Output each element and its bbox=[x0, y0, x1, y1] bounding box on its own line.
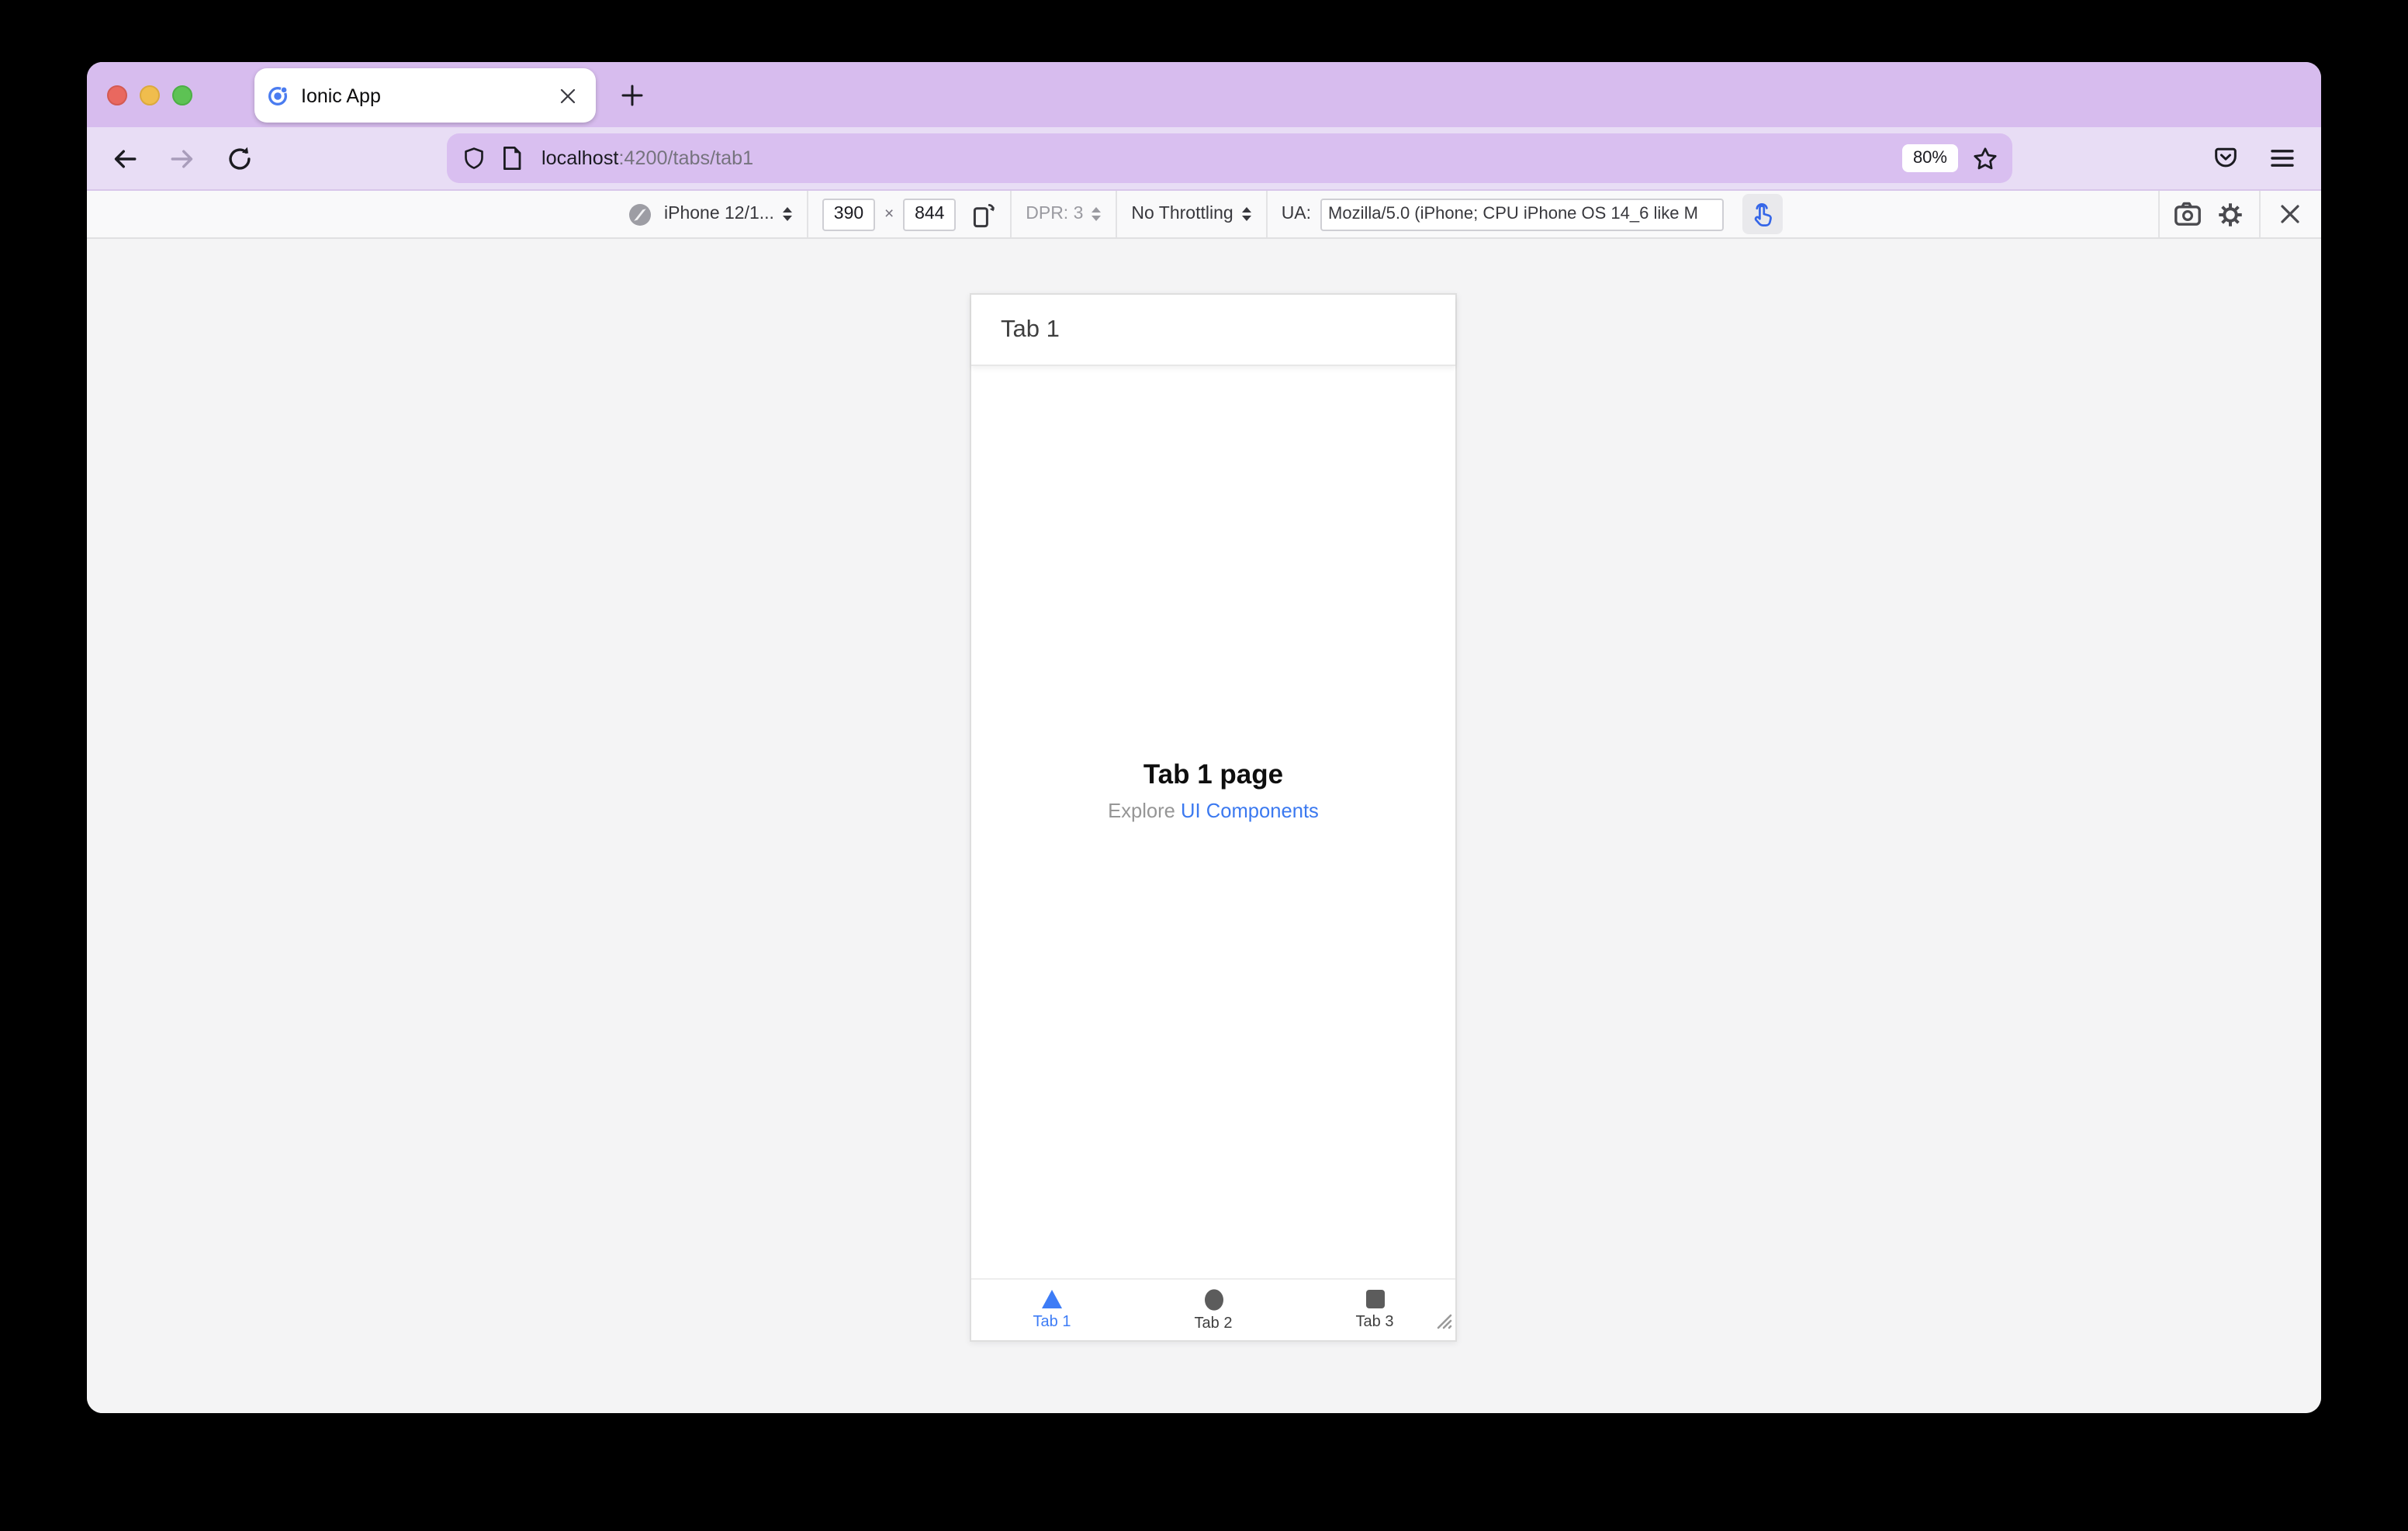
user-agent-input[interactable]: Mozilla/5.0 (iPhone; CPU iPhone OS 14_6 … bbox=[1320, 198, 1725, 230]
browser-window: Ionic App localhost:4200/tabs/tab1 80% i… bbox=[87, 62, 2321, 1413]
bookmark-star-icon[interactable] bbox=[1972, 145, 1998, 171]
responsive-design-mode-toolbar: iPhone 12/1... 390 × 844 DPR: 3 No Throt… bbox=[87, 191, 2321, 239]
close-rdm-icon[interactable] bbox=[2268, 193, 2310, 235]
window-controls bbox=[106, 85, 192, 105]
tab-label: Tab 3 bbox=[1355, 1314, 1394, 1331]
viewport-width-input[interactable]: 390 bbox=[822, 198, 875, 230]
device-viewport: Tab 1 Tab 1 page Explore UI Components T… bbox=[970, 293, 1457, 1342]
pocket-icon[interactable] bbox=[2203, 137, 2247, 180]
rotate-viewport-icon[interactable] bbox=[970, 201, 996, 227]
ui-components-link[interactable]: UI Components bbox=[1181, 799, 1319, 822]
device-selector[interactable]: iPhone 12/1... bbox=[664, 205, 793, 223]
reload-button[interactable] bbox=[217, 137, 261, 180]
hamburger-menu-icon[interactable] bbox=[2261, 137, 2304, 180]
divider bbox=[2259, 191, 2261, 237]
tab-label: Tab 2 bbox=[1194, 1315, 1233, 1332]
divider bbox=[1116, 191, 1118, 237]
rdm-device-controls: iPhone 12/1... 390 × 844 DPR: 3 No Throt… bbox=[628, 191, 1784, 237]
square-icon bbox=[1365, 1289, 1385, 1309]
touch-simulation-button[interactable] bbox=[1742, 194, 1784, 234]
stepper-icon bbox=[1091, 206, 1102, 222]
close-window-button[interactable] bbox=[106, 85, 126, 105]
throttling-value: No Throttling bbox=[1131, 205, 1233, 223]
app-header-title: Tab 1 bbox=[1001, 316, 1060, 342]
device-selector-value: iPhone 12/1... bbox=[664, 205, 774, 223]
tab-label: Tab 1 bbox=[1033, 1314, 1071, 1331]
screenshot-camera-icon[interactable] bbox=[2166, 193, 2208, 235]
tab-button-tab2[interactable]: Tab 2 bbox=[1133, 1280, 1294, 1340]
rdm-actions bbox=[2152, 191, 2321, 237]
throttling-selector[interactable]: No Throttling bbox=[1131, 205, 1251, 223]
subtitle-text: Explore bbox=[1108, 799, 1182, 822]
zoom-window-button[interactable] bbox=[171, 85, 192, 105]
app-page-content: Tab 1 page Explore UI Components bbox=[971, 366, 1455, 1278]
viewport-height-input[interactable]: 844 bbox=[903, 198, 957, 230]
welcome-block: Tab 1 page Explore UI Components bbox=[971, 759, 1455, 822]
viewport-resize-handle[interactable] bbox=[1432, 1309, 1452, 1337]
touch-simulation-icon bbox=[1750, 201, 1775, 227]
stepper-icon bbox=[782, 206, 793, 222]
url-text[interactable]: localhost:4200/tabs/tab1 bbox=[541, 147, 1902, 169]
dimension-separator: × bbox=[884, 205, 894, 223]
divider bbox=[1265, 191, 1268, 237]
minimize-window-button[interactable] bbox=[139, 85, 159, 105]
back-button[interactable] bbox=[102, 137, 146, 180]
stepper-icon bbox=[1241, 206, 1252, 222]
app-header: Tab 1 bbox=[971, 295, 1455, 366]
app-tab-bar: Tab 1 Tab 2 Tab 3 bbox=[971, 1278, 1455, 1340]
page-title: Tab 1 page bbox=[1143, 759, 1284, 790]
divider bbox=[2158, 191, 2160, 237]
compass-icon bbox=[628, 202, 652, 226]
url-bar[interactable]: localhost:4200/tabs/tab1 80% bbox=[447, 133, 2012, 183]
zoom-level-badge[interactable]: 80% bbox=[1901, 144, 1958, 172]
divider bbox=[1010, 191, 1012, 237]
shield-icon[interactable] bbox=[462, 146, 486, 171]
titlebar: Ionic App bbox=[87, 62, 2321, 127]
page-subtitle: Explore UI Components bbox=[971, 799, 1455, 822]
tab-button-tab3[interactable]: Tab 3 bbox=[1294, 1280, 1455, 1340]
ua-label: UA: bbox=[1281, 205, 1312, 223]
ellipse-icon bbox=[1203, 1288, 1223, 1310]
browser-content-area: Tab 1 Tab 1 page Explore UI Components T… bbox=[87, 239, 2321, 1413]
url-host: localhost bbox=[541, 147, 619, 169]
screen: Ionic App localhost:4200/tabs/tab1 80% i… bbox=[0, 0, 2408, 1531]
settings-gear-icon[interactable] bbox=[2209, 193, 2251, 235]
navigation-toolbar: localhost:4200/tabs/tab1 80% bbox=[87, 127, 2321, 191]
new-tab-button[interactable] bbox=[608, 71, 655, 118]
tab-button-tab1[interactable]: Tab 1 bbox=[971, 1280, 1133, 1340]
triangle-icon bbox=[1041, 1289, 1063, 1309]
divider bbox=[806, 191, 808, 237]
dpr-value: DPR: 3 bbox=[1026, 205, 1084, 223]
page-icon[interactable] bbox=[501, 146, 523, 171]
tab-title: Ionic App bbox=[301, 85, 381, 106]
forward-button[interactable] bbox=[160, 137, 203, 180]
browser-tab[interactable]: Ionic App bbox=[254, 68, 596, 123]
dpr-selector[interactable]: DPR: 3 bbox=[1026, 205, 1102, 223]
url-path: :4200/tabs/tab1 bbox=[618, 147, 754, 169]
ionic-logo-icon bbox=[267, 85, 289, 106]
close-tab-icon[interactable] bbox=[552, 80, 583, 111]
